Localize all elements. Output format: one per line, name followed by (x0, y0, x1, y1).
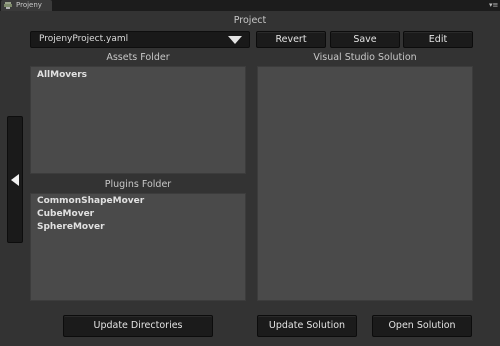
tab-bar: Projeny ▾≡ (0, 0, 500, 11)
assets-folder-heading: Assets Folder (106, 52, 170, 63)
chevron-down-icon (228, 36, 242, 44)
tab-label: Projeny (16, 1, 42, 9)
assets-folder-list[interactable]: AllMovers (30, 66, 246, 174)
solution-heading: Visual Studio Solution (313, 52, 417, 63)
list-item[interactable]: CommonShapeMover (37, 195, 144, 208)
plugins-folder-list[interactable]: CommonShapeMover CubeMover SphereMover (30, 193, 246, 301)
projeny-logo-icon (4, 2, 12, 9)
update-directories-button[interactable]: Update Directories (63, 315, 213, 337)
project-heading: Project (233, 15, 267, 26)
project-select[interactable]: ProjenyProject.yaml (30, 31, 250, 48)
collapse-handle[interactable] (7, 116, 23, 243)
list-item[interactable]: SphereMover (37, 221, 105, 234)
edit-button[interactable]: Edit (403, 31, 473, 48)
list-item[interactable]: AllMovers (37, 69, 87, 82)
open-solution-button[interactable]: Open Solution (372, 315, 472, 337)
tab-projeny[interactable]: Projeny (1, 0, 52, 11)
update-solution-button[interactable]: Update Solution (257, 315, 357, 337)
project-select-value: ProjenyProject.yaml (39, 34, 129, 44)
arrow-left-icon (11, 174, 19, 186)
revert-button[interactable]: Revert (256, 31, 326, 48)
list-item[interactable]: CubeMover (37, 208, 94, 221)
save-button[interactable]: Save (330, 31, 400, 48)
solution-list[interactable] (257, 66, 473, 301)
plugins-folder-heading: Plugins Folder (104, 179, 172, 190)
window-menu-icon[interactable]: ▾≡ (489, 2, 498, 9)
